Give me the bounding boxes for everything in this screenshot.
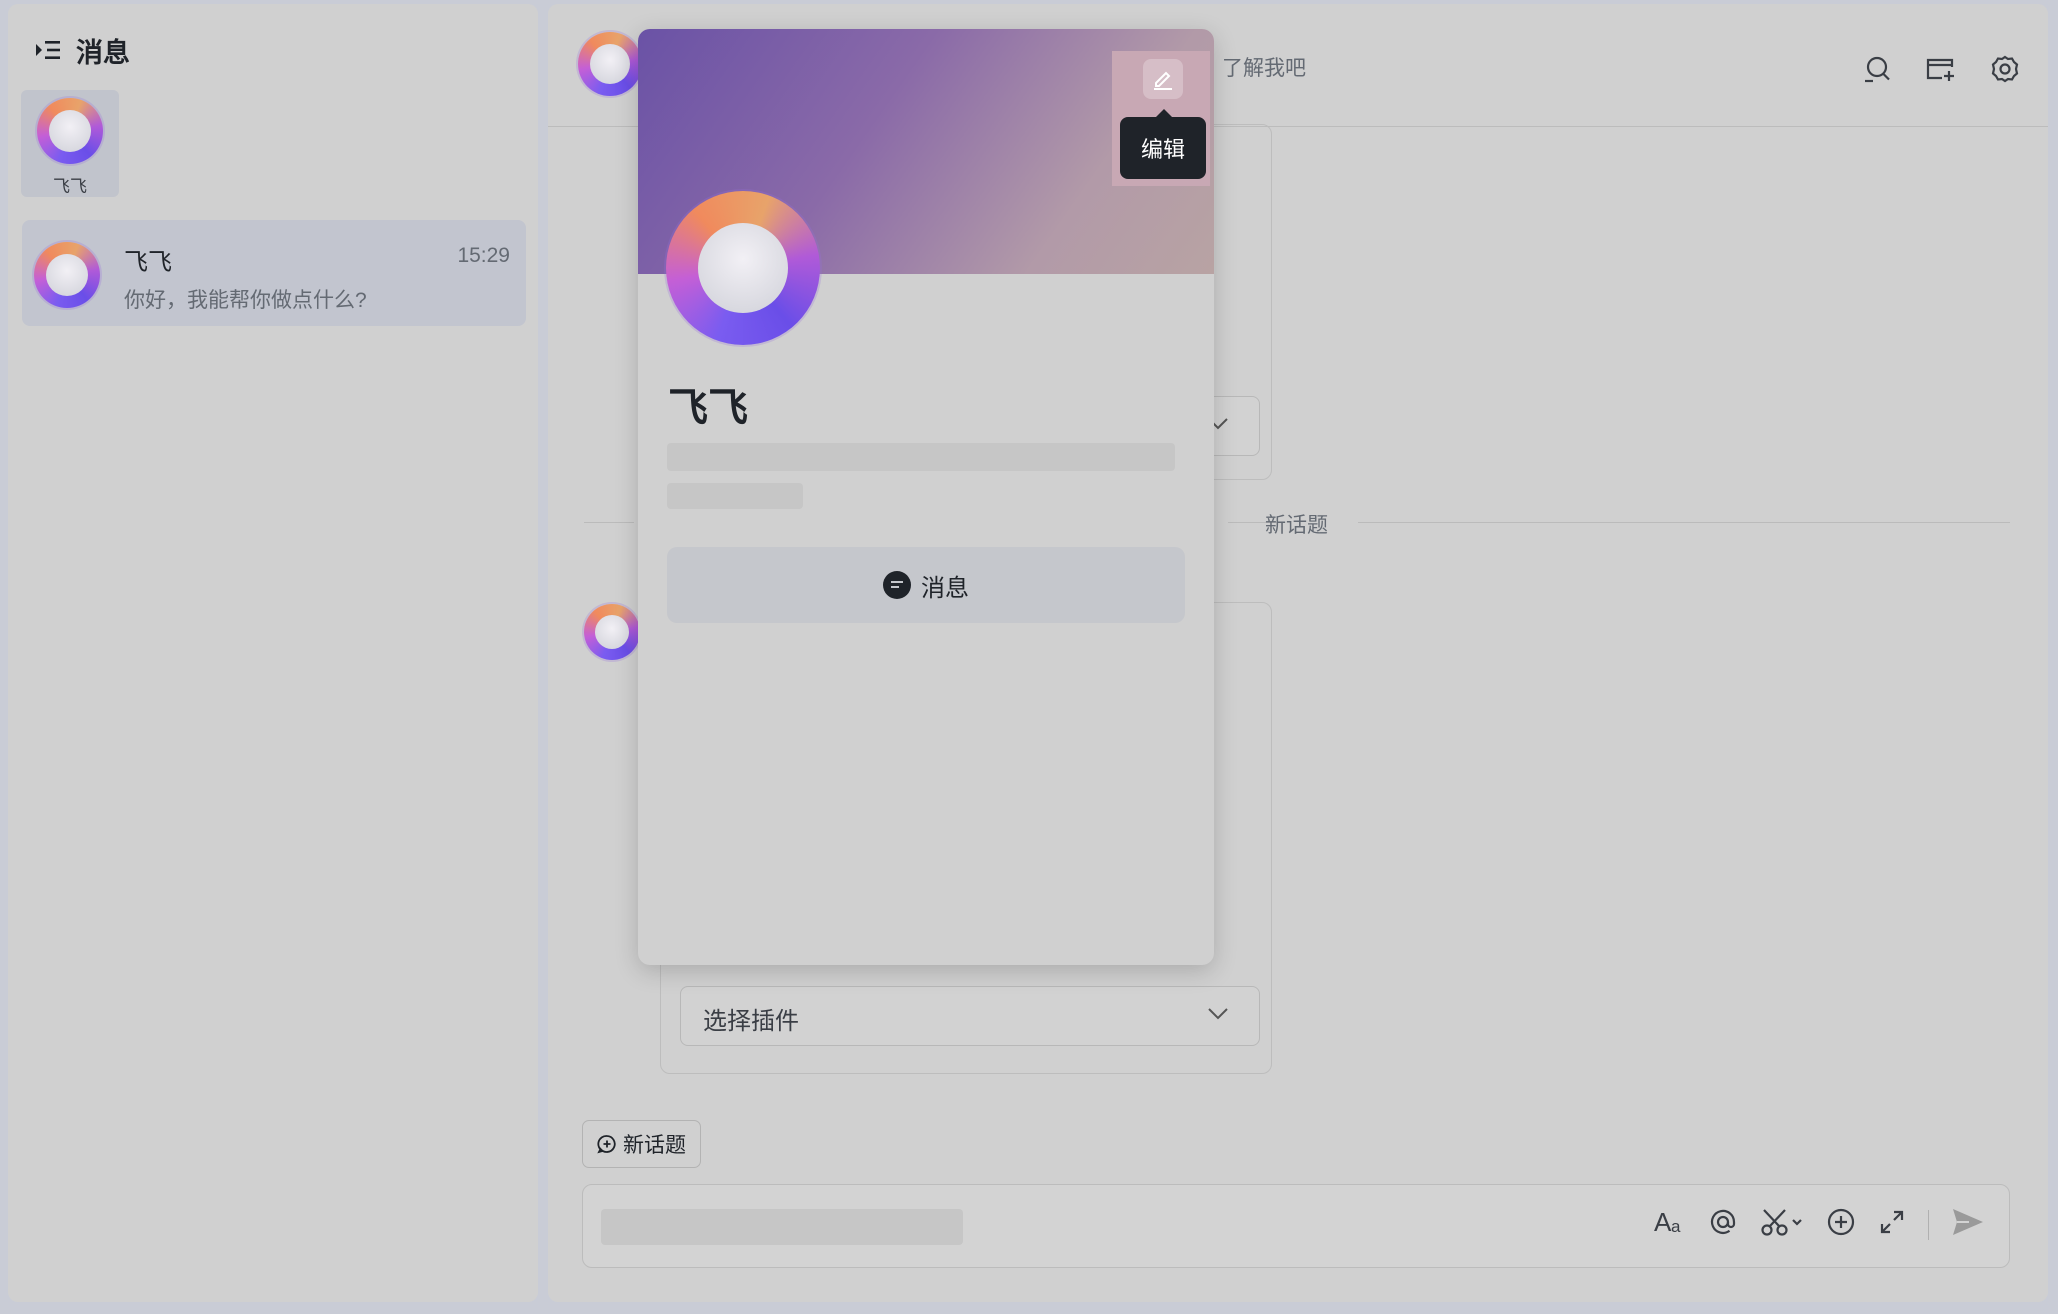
edit-button[interactable] <box>1143 59 1183 99</box>
text-format-icon[interactable]: Aa <box>1654 1207 1686 1241</box>
edit-pencil-icon <box>1154 71 1172 90</box>
chat-preview: 你好，我能帮你做点什么? <box>124 289 367 312</box>
new-topic-label: 新话题 <box>623 1134 686 1157</box>
divider-line-right <box>1358 522 2010 523</box>
page-title: 消息 <box>76 37 130 68</box>
left-panel: 消息 飞飞 飞飞 15:29 你好，我能帮你做点什么? <box>8 4 538 1302</box>
message-composer[interactable]: Aa <box>582 1184 2010 1268</box>
mention-icon[interactable] <box>1708 1207 1738 1242</box>
svg-text:a: a <box>1671 1217 1681 1236</box>
send-icon[interactable] <box>1951 1207 1985 1242</box>
add-topic-icon <box>597 1135 616 1154</box>
profile-meta-skeleton <box>667 483 803 509</box>
chat-header-tools <box>1860 52 2022 86</box>
profile-description-skeleton <box>667 443 1175 471</box>
plugin-select-label: 选择插件 <box>703 1008 799 1035</box>
left-panel-header: 消息 <box>34 30 130 70</box>
search-icon[interactable] <box>1860 52 1894 86</box>
send-message-button[interactable]: 消息 <box>667 547 1185 623</box>
profile-name: 飞飞 <box>668 386 748 430</box>
edit-tooltip: 编辑 <box>1120 109 1206 179</box>
send-message-label: 消息 <box>921 574 969 602</box>
composer-input[interactable] <box>601 1209 963 1245</box>
new-topic-divider-label: 新话题 <box>1265 514 1328 537</box>
bot-tile[interactable]: 飞飞 <box>21 90 119 197</box>
chat-header-subtitle: 了解我吧 <box>1222 57 1306 80</box>
chat-name: 飞飞 <box>124 249 172 276</box>
expand-icon[interactable] <box>1878 1208 1906 1241</box>
scissors-icon[interactable] <box>1760 1207 1804 1242</box>
plugin-select[interactable]: 选择插件 <box>680 986 1260 1046</box>
composer-separator <box>1928 1209 1929 1240</box>
chevron-down-icon <box>1207 1007 1229 1026</box>
bot-tile-name: 飞飞 <box>53 177 87 196</box>
chat-time: 15:29 <box>457 244 510 267</box>
chat-avatar <box>34 242 100 308</box>
bot-avatar <box>37 98 103 164</box>
chat-header-avatar[interactable] <box>578 32 642 96</box>
profile-card: 编辑 飞飞 消息 <box>638 29 1214 965</box>
bot-message-avatar <box>584 604 640 660</box>
svg-text:A: A <box>1654 1208 1672 1236</box>
new-topic-button[interactable]: 新话题 <box>582 1120 701 1168</box>
message-icon <box>883 571 911 599</box>
chat-list-item[interactable]: 飞飞 15:29 你好，我能帮你做点什么? <box>22 220 526 326</box>
divider-line-left <box>584 522 634 523</box>
collapse-sidebar-icon[interactable] <box>34 38 62 62</box>
composer-tools: Aa <box>1654 1207 1985 1242</box>
add-icon[interactable] <box>1826 1207 1856 1242</box>
settings-icon[interactable] <box>1988 52 2022 86</box>
profile-avatar <box>666 191 820 345</box>
new-window-icon[interactable] <box>1924 52 1958 86</box>
